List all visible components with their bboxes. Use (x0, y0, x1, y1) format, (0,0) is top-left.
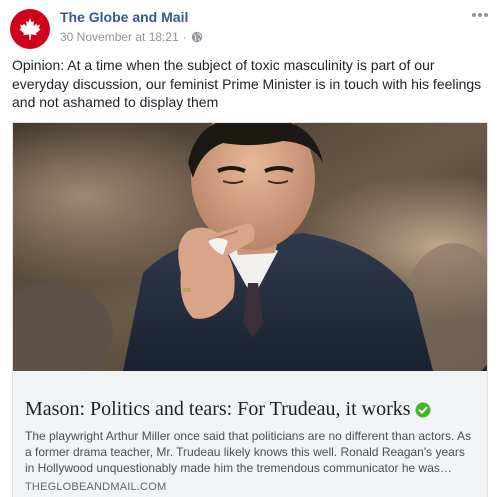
post-meta: 30 November at 18:21 · (60, 30, 203, 44)
photo-illustration (13, 123, 487, 371)
more-options-icon (472, 13, 476, 17)
verified-check-icon (415, 402, 431, 417)
more-options-dot (478, 13, 482, 17)
maple-leaf-icon (19, 18, 41, 40)
post-timestamp[interactable]: 30 November at 18:21 (60, 30, 179, 44)
page-avatar[interactable] (10, 9, 50, 49)
article-domain: THEGLOBEANDMAIL.COM (25, 481, 167, 493)
post-caption: Opinion: At a time when the subject of t… (12, 57, 482, 110)
globe-icon[interactable] (191, 31, 203, 43)
facebook-post: The Globe and Mail 30 November at 18:21 … (0, 0, 498, 497)
meta-separator: · (182, 30, 187, 44)
article-photo[interactable] (13, 123, 487, 371)
article-description: The playwright Arthur Miller once said t… (25, 429, 472, 475)
link-preview-card[interactable]: Mason: Politics and tears: For Trudeau, … (12, 122, 488, 497)
page-name-link[interactable]: The Globe and Mail (60, 9, 188, 25)
headline-text: Mason: Politics and tears: For Trudeau, … (25, 398, 411, 420)
article-headline[interactable]: Mason: Politics and tears: For Trudeau, … (25, 398, 431, 421)
more-options-button[interactable] (470, 9, 490, 21)
more-options-dot (484, 13, 488, 17)
